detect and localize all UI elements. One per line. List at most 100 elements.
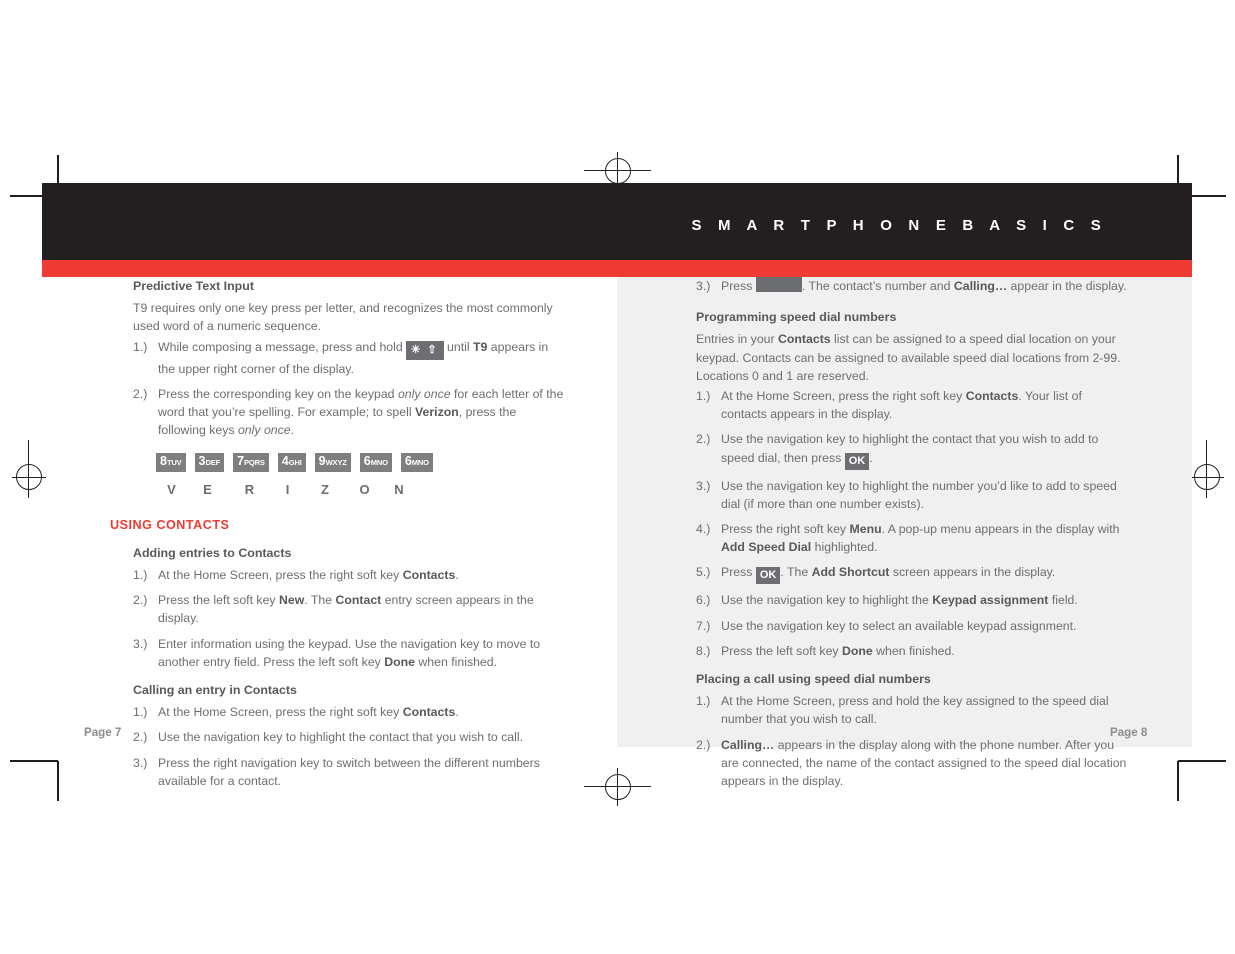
step-text-post: .: [869, 450, 873, 465]
adding-entries-heading: Adding entries to Contacts: [133, 545, 292, 560]
keypad-digit: 6: [363, 454, 371, 469]
keypad-digit: 9: [318, 454, 326, 469]
list-item: 2.) Use the navigation key to highlight t…: [696, 430, 1128, 470]
keypad-letters: MNO: [370, 458, 388, 468]
step-number: 1.): [133, 568, 148, 583]
list-item: 6.) Use the navigation key to highlight t…: [696, 591, 1128, 609]
step-text-bold: Contacts: [402, 705, 456, 720]
step-number: 3.): [696, 478, 711, 493]
list-item: 2.) Calling… appears in the display along…: [696, 736, 1128, 791]
keypad-digit: 8: [160, 454, 167, 469]
page-title: S M A R T P H O N E B A S I C S: [691, 217, 1107, 234]
step-text-bold-2: Contact: [335, 593, 382, 608]
step-text-post: . The: [304, 593, 336, 608]
step-text-bold: Contacts: [402, 568, 456, 583]
step-number: 7.): [696, 618, 711, 633]
keypad-letters: GHI: [288, 458, 302, 468]
calling-entry-heading: Calling an entry in Contacts: [133, 683, 297, 698]
predictive-text-heading: Predictive Text Input: [133, 279, 254, 293]
step-text-pre: Press the right soft key: [721, 522, 850, 537]
page-number-right: Page 8: [1110, 726, 1148, 739]
mapped-letter: V: [167, 482, 176, 498]
step-text-post: when finished.: [415, 654, 498, 669]
keypad-letters: TUV: [166, 458, 182, 468]
step-text-pre: At the Home Screen, press the right soft…: [721, 389, 966, 404]
crop-mark-bl-h: [10, 760, 58, 762]
list-item: 3.) Enter information using the keypad. U…: [133, 635, 565, 671]
step-text-bold: Calling…: [721, 737, 775, 752]
calling-entry-steps: 1.) At the Home Screen, press the right s…: [133, 703, 565, 790]
step-text-bold: Calling…: [953, 279, 1008, 293]
placing-call-heading: Placing a call using speed dial numbers: [696, 672, 931, 687]
keypad-key: 6MNO: [400, 453, 433, 473]
step-text-bold: Done: [384, 654, 415, 669]
programming-speed-dial-heading: Programming speed dial numbers: [696, 310, 897, 325]
keypad-key-row: 8TUV 3DEF 7PQRS 4GHI 9WXYZ 6MNO 6MNO: [156, 453, 565, 473]
step-number: 1.): [696, 694, 711, 709]
list-item: 3.) Press . The contact’s number and Call…: [696, 277, 1128, 295]
step-number: 1.): [696, 389, 711, 404]
step-text-post-2: highlighted.: [811, 540, 878, 555]
step-text-post: .: [455, 705, 459, 720]
ok-key-icon: OK: [844, 452, 870, 470]
section-heading-using-contacts: USING CONTACTS: [110, 517, 230, 532]
intro-pre: Entries in your: [696, 332, 779, 347]
list-item: 7.) Use the navigation key to select an a…: [696, 617, 1128, 635]
t9-keypad-illustration: 8TUV 3DEF 7PQRS 4GHI 9WXYZ 6MNO 6MNO V E…: [156, 453, 565, 499]
step-text-pre: Press the right navigation key to switch…: [158, 755, 540, 788]
send-key-icon: [755, 277, 802, 292]
step-number: 1.): [133, 339, 148, 354]
step-number: 1.): [133, 705, 148, 720]
keypad-key: 7PQRS: [233, 453, 269, 473]
step-number: 2.): [133, 593, 148, 608]
step-text-bold: Verizon: [415, 405, 459, 420]
keypad-letter-row: V E R I Z O N: [156, 481, 565, 499]
crop-mark-br-v: [1177, 761, 1179, 801]
step-text-pre: Use the navigation key to highlight the: [721, 593, 933, 608]
step-text-pre: Press: [721, 279, 756, 293]
step-text-post: appears in the display along with the ph…: [721, 737, 1127, 789]
step-text-pre: At the Home Screen, press and hold the k…: [721, 694, 1109, 727]
keypad-digit: 4: [281, 454, 289, 469]
list-item: 1.) At the Home Screen, press the right s…: [133, 566, 565, 584]
step-text-pre: At the Home Screen, press the right soft…: [158, 568, 403, 583]
keypad-letters: PQRS: [244, 458, 265, 468]
step-number: 6.): [696, 593, 711, 608]
step-text-pre: Press the left soft key: [158, 593, 279, 608]
list-item: 2.) Press the corresponding key on the ke…: [133, 385, 565, 440]
list-item: 1.) At the Home Screen, press the right s…: [133, 703, 565, 721]
mapped-letter: R: [244, 482, 255, 498]
step-text-pre: Press the left soft key: [721, 643, 842, 658]
step-text-bold: Keypad assignment: [932, 593, 1049, 608]
mapped-letter: I: [285, 482, 290, 498]
step-text-mid: until: [443, 339, 474, 354]
continued-step-list: 3.) Press . The contact’s number and Call…: [696, 277, 1128, 295]
page-number-left: Page 7: [84, 726, 122, 739]
step-text-post: . The: [780, 565, 812, 580]
step-number: 2.): [133, 730, 148, 745]
step-text-pre: Use the navigation key to highlight the …: [158, 730, 524, 745]
step-number: 2.): [133, 386, 148, 401]
step-number: 8.): [696, 643, 711, 658]
keypad-letters: DEF: [205, 458, 221, 468]
step-text-pre: While composing a message, press and hol…: [158, 339, 407, 354]
mapped-letter: N: [394, 482, 404, 498]
left-column: Predictive Text Input T9 requires only o…: [110, 277, 565, 800]
mapped-letter: O: [359, 482, 370, 498]
placing-call-steps: 1.) At the Home Screen, press and hold th…: [696, 692, 1128, 790]
keypad-key: 3DEF: [194, 453, 225, 473]
step-text-post: field.: [1048, 593, 1078, 608]
step-text-italic: only once: [397, 386, 451, 401]
list-item: 3.) Use the navigation key to highlight t…: [696, 477, 1128, 513]
step-text-bold: Contacts: [965, 389, 1019, 404]
step-text-post: .: [455, 568, 459, 583]
list-item: 1.) At the Home Screen, press the right s…: [696, 387, 1128, 423]
predictive-text-steps: 1.) While composing a message, press and …: [133, 338, 565, 440]
list-item: 1.) While composing a message, press and …: [133, 338, 565, 378]
right-column: 3.) Press . The contact’s number and Call…: [696, 277, 1128, 800]
step-number: 5.): [696, 565, 711, 580]
step-text-bold: New: [278, 593, 305, 608]
list-item: 5.) Press OK. The Add Shortcut screen app…: [696, 563, 1128, 585]
programming-intro: Entries in your Contacts list can be ass…: [696, 330, 1128, 385]
step-number: 4.): [696, 522, 711, 537]
